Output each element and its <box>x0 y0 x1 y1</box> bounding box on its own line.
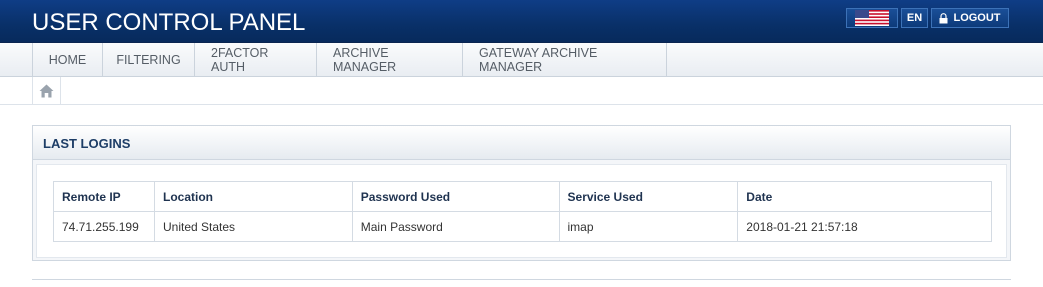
breadcrumb-home-button[interactable] <box>32 77 61 105</box>
cell-password-used: Main Password <box>351 211 560 242</box>
cell-date: 2018-01-21 21:57:18 <box>737 211 992 242</box>
column-header-password-used: Password Used <box>351 181 560 212</box>
logout-button[interactable]: LOGOUT <box>931 8 1009 28</box>
column-header-remote-ip: Remote IP <box>53 181 155 212</box>
cell-location: United States <box>153 211 353 242</box>
tab-filtering[interactable]: FILTERING <box>103 43 195 76</box>
nav-tabs: HOME FILTERING 2FACTOR AUTH ARCHIVE MANA… <box>32 43 667 76</box>
language-flag-button[interactable] <box>846 8 898 28</box>
tab-archive-manager[interactable]: ARCHIVE MANAGER <box>317 43 463 76</box>
panel-body: Remote IP Location Password Used Service… <box>36 164 1007 258</box>
last-logins-panel: LAST LOGINS Remote IP Location Password … <box>32 125 1011 261</box>
app-title: USER CONTROL PANEL <box>32 9 306 36</box>
tab-gateway-archive-manager[interactable]: GATEWAY ARCHIVE MANAGER <box>463 43 667 76</box>
main-nav: HOME FILTERING 2FACTOR AUTH ARCHIVE MANA… <box>0 43 1043 77</box>
tab-2factor-auth[interactable]: 2FACTOR AUTH <box>195 43 317 76</box>
header-controls: EN LOGOUT <box>846 8 1009 28</box>
table-header-row: Remote IP Location Password Used Service… <box>53 181 992 212</box>
breadcrumb <box>0 77 1043 105</box>
home-icon <box>39 84 54 98</box>
language-button[interactable]: EN <box>901 8 928 28</box>
panel-title: LAST LOGINS <box>43 136 131 151</box>
table-row: 74.71.255.199 United States Main Passwor… <box>53 211 992 242</box>
column-header-service-used: Service Used <box>558 181 739 212</box>
logout-label: LOGOUT <box>953 12 1001 24</box>
us-flag-icon <box>855 10 889 26</box>
column-header-location: Location <box>153 181 353 212</box>
panel-header: LAST LOGINS <box>33 126 1010 160</box>
lock-icon <box>939 12 948 23</box>
last-logins-table: Remote IP Location Password Used Service… <box>53 181 992 242</box>
tab-home[interactable]: HOME <box>33 43 103 76</box>
cell-service-used: imap <box>558 211 739 242</box>
divider <box>32 279 1011 280</box>
column-header-date: Date <box>737 181 992 212</box>
top-header: USER CONTROL PANEL EN LOGOUT <box>0 0 1043 43</box>
cell-remote-ip: 74.71.255.199 <box>53 211 155 242</box>
